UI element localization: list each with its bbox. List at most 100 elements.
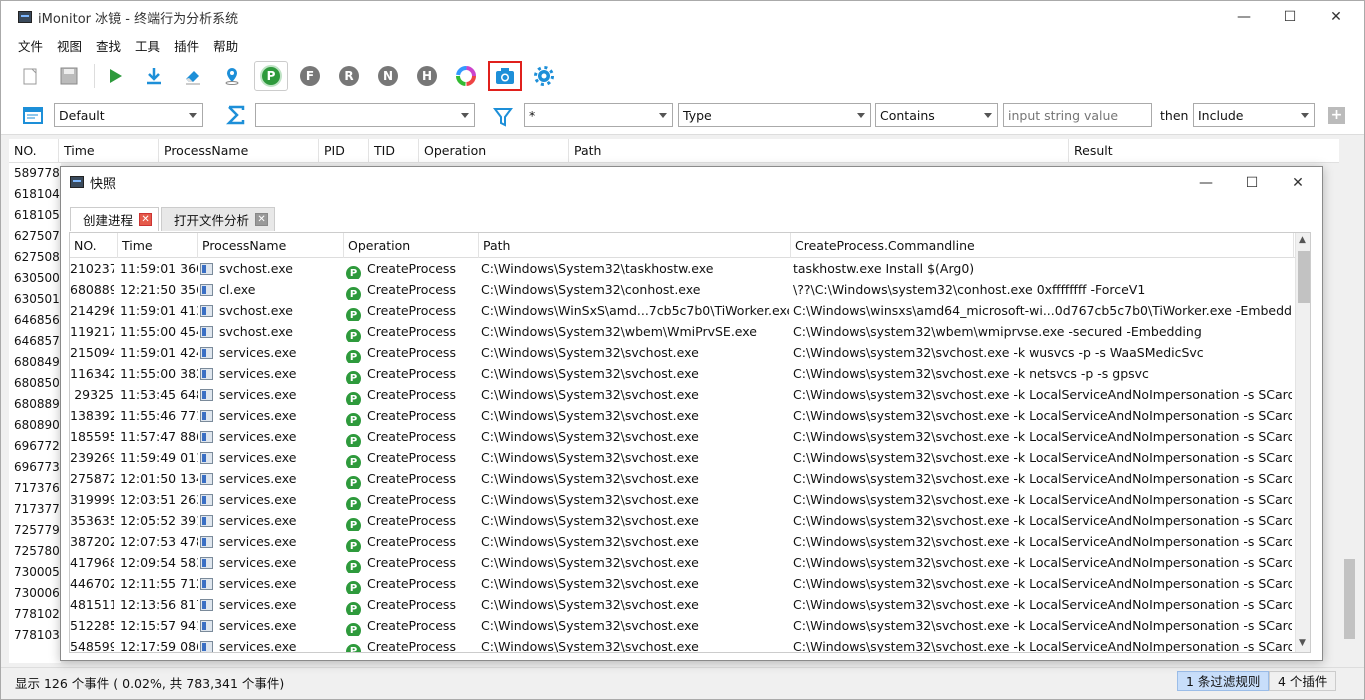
col-operation[interactable]: Operation: [419, 139, 569, 163]
snap-col-no[interactable]: NO.: [70, 233, 118, 258]
table-row[interactable]: 210237 11:59:01 360 svchost.exe P CreateProc…: [70, 258, 1294, 279]
table-row[interactable]: 680890: [9, 415, 61, 436]
filter-rules-badge[interactable]: 1 条过滤规则: [1177, 671, 1270, 691]
table-row[interactable]: 319999 12:03:51 263 services.exe P CreatePro…: [70, 489, 1294, 510]
color-button[interactable]: [449, 61, 483, 91]
new-button[interactable]: [13, 61, 47, 91]
menu-find[interactable]: 查找: [89, 36, 128, 55]
table-row[interactable]: 589778: [9, 163, 61, 184]
process-filter-button[interactable]: P: [254, 61, 288, 91]
registry-filter-button[interactable]: R: [332, 61, 366, 91]
event-table-scrollbar[interactable]: [1341, 139, 1358, 663]
save-button[interactable]: [52, 61, 86, 91]
snapshot-scrollbar[interactable]: ▲ ▼: [1295, 233, 1310, 652]
table-row[interactable]: 730005: [9, 562, 61, 583]
table-row[interactable]: 627508: [9, 247, 61, 268]
snap-col-operation[interactable]: Operation: [344, 233, 479, 258]
col-no[interactable]: NO.: [9, 139, 59, 163]
table-row[interactable]: 119217 11:55:00 454 svchost.exe P CreateProc…: [70, 321, 1294, 342]
table-row[interactable]: 725779: [9, 520, 61, 541]
minimize-button[interactable]: —: [1221, 1, 1267, 33]
snapshot-scrollbar-thumb[interactable]: [1298, 251, 1310, 303]
col-processname[interactable]: ProcessName: [159, 139, 319, 163]
condition-select[interactable]: Contains: [875, 103, 998, 127]
menu-file[interactable]: 文件: [11, 36, 50, 55]
table-row[interactable]: 387202 12:07:53 478 services.exe P CreatePro…: [70, 531, 1294, 552]
table-row[interactable]: 138392 11:55:46 771 services.exe P CreatePro…: [70, 405, 1294, 426]
scroll-down-icon[interactable]: ▼: [1299, 638, 1306, 648]
table-row[interactable]: 29325 11:53:45 648 services.exe P CreateProc…: [70, 384, 1294, 405]
locate-button[interactable]: [215, 61, 249, 91]
hook-filter-button[interactable]: H: [410, 61, 444, 91]
table-row[interactable]: 717376: [9, 478, 61, 499]
snap-col-path[interactable]: Path: [479, 233, 791, 258]
table-row[interactable]: 548599 12:17:59 086 services.exe P CreatePro…: [70, 636, 1294, 652]
plugins-badge[interactable]: 4 个插件: [1269, 671, 1337, 691]
close-tab-icon[interactable]: ✕: [255, 213, 269, 226]
menu-help[interactable]: 帮助: [206, 36, 245, 55]
snapshot-minimize-button[interactable]: —: [1183, 167, 1229, 199]
table-row[interactable]: 353635 12:05:52 391 services.exe P CreatePro…: [70, 510, 1294, 531]
filter-value-input[interactable]: [1003, 103, 1152, 127]
table-row[interactable]: 481511 12:13:56 817 services.exe P CreatePro…: [70, 594, 1294, 615]
table-row[interactable]: 627507: [9, 226, 61, 247]
table-row[interactable]: 717377: [9, 499, 61, 520]
action-select[interactable]: Include: [1193, 103, 1315, 127]
table-row[interactable]: 512285 12:15:57 941 services.exe P CreatePro…: [70, 615, 1294, 636]
table-row[interactable]: 778102: [9, 604, 61, 625]
snapshot-close-button[interactable]: ✕: [1275, 167, 1321, 199]
settings-button[interactable]: [527, 61, 561, 91]
table-row[interactable]: 214296 11:59:01 413 svchost.exe P CreateProc…: [70, 300, 1294, 321]
col-tid[interactable]: TID: [369, 139, 419, 163]
table-row[interactable]: 680889 12:21:50 356 cl.exe P CreateProcess C:…: [70, 279, 1294, 300]
table-row[interactable]: 618104: [9, 184, 61, 205]
table-row[interactable]: 275872 12:01:50 134 services.exe P CreatePro…: [70, 468, 1294, 489]
scrollbar-thumb[interactable]: [1344, 559, 1355, 639]
close-tab-icon[interactable]: ✕: [139, 213, 153, 226]
field-select[interactable]: Type: [678, 103, 871, 127]
table-row[interactable]: 778103: [9, 625, 61, 646]
table-row[interactable]: 215094 11:59:01 424 services.exe P CreatePro…: [70, 342, 1294, 363]
table-row[interactable]: 446702 12:11:55 712 services.exe P CreatePro…: [70, 573, 1294, 594]
snap-col-processname[interactable]: ProcessName: [198, 233, 344, 258]
menu-plugins[interactable]: 插件: [167, 36, 206, 55]
col-result[interactable]: Result: [1069, 139, 1339, 163]
tab-create-process[interactable]: 创建进程 ✕: [70, 207, 160, 231]
table-row[interactable]: 630500: [9, 268, 61, 289]
maximize-button[interactable]: ☐: [1267, 1, 1313, 33]
close-button[interactable]: ✕: [1313, 1, 1359, 33]
clear-button[interactable]: [176, 61, 210, 91]
table-row[interactable]: 680850: [9, 373, 61, 394]
menu-view[interactable]: 视图: [50, 36, 89, 55]
menu-tools[interactable]: 工具: [128, 36, 167, 55]
table-row[interactable]: 646857: [9, 331, 61, 352]
snap-col-time[interactable]: Time: [118, 233, 198, 258]
table-row[interactable]: 116342 11:55:00 382 services.exe P CreatePro…: [70, 363, 1294, 384]
table-row[interactable]: 239269 11:59:49 011 services.exe P CreatePro…: [70, 447, 1294, 468]
table-row[interactable]: 725780: [9, 541, 61, 562]
col-pid[interactable]: PID: [319, 139, 369, 163]
table-row[interactable]: 696772: [9, 436, 61, 457]
table-row[interactable]: 618105: [9, 205, 61, 226]
table-row[interactable]: 730006: [9, 583, 61, 604]
snapshot-maximize-button[interactable]: ☐: [1229, 167, 1275, 199]
column-select[interactable]: *: [524, 103, 673, 127]
table-row[interactable]: 680889: [9, 394, 61, 415]
network-filter-button[interactable]: N: [371, 61, 405, 91]
table-row[interactable]: 185595 11:57:47 886 services.exe P CreatePro…: [70, 426, 1294, 447]
file-filter-button[interactable]: F: [293, 61, 327, 91]
table-row[interactable]: 630501: [9, 289, 61, 310]
add-filter-button[interactable]: +: [1328, 107, 1345, 124]
profile-select[interactable]: Default: [54, 103, 203, 127]
table-row[interactable]: 696773: [9, 457, 61, 478]
table-row[interactable]: 417968 12:09:54 583 services.exe P CreatePro…: [70, 552, 1294, 573]
col-path[interactable]: Path: [569, 139, 1069, 163]
snapshot-button[interactable]: [488, 61, 522, 91]
snap-col-commandline[interactable]: CreateProcess.Commandline: [791, 233, 1294, 258]
col-time[interactable]: Time: [59, 139, 159, 163]
download-button[interactable]: [137, 61, 171, 91]
tab-open-file-analysis[interactable]: 打开文件分析 ✕: [161, 207, 276, 231]
table-row[interactable]: 680849: [9, 352, 61, 373]
sum-select[interactable]: [255, 103, 475, 127]
scroll-up-icon[interactable]: ▲: [1299, 235, 1306, 245]
